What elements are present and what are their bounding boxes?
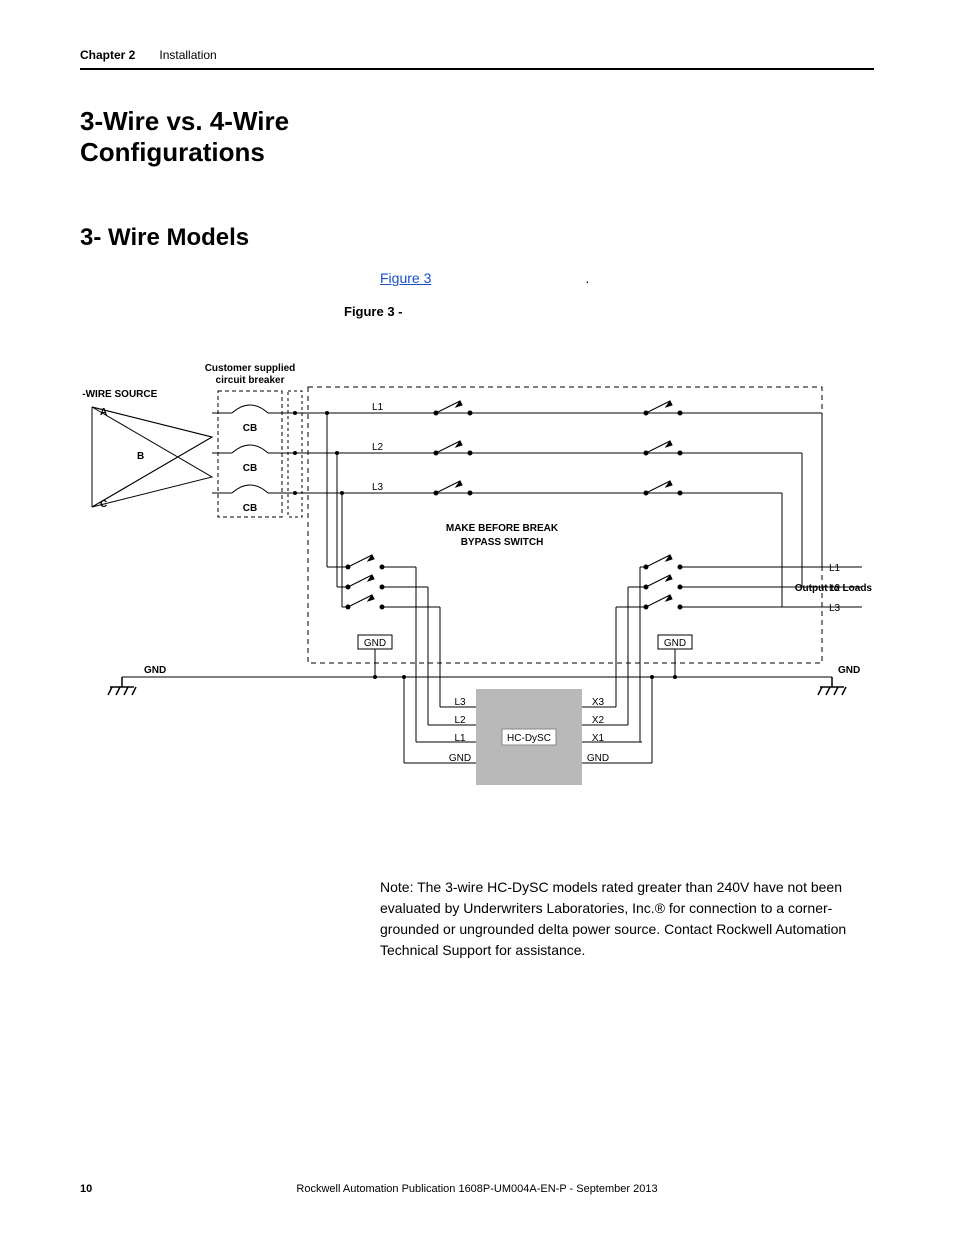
source-label: 3-WIRE SOURCE xyxy=(82,389,158,400)
svg-text:X2: X2 xyxy=(592,715,605,726)
svg-text:L2: L2 xyxy=(454,715,466,726)
note-text: Note: The 3-wire HC-DySC models rated gr… xyxy=(380,877,850,961)
publication-id: Rockwell Automation Publication 1608P-UM… xyxy=(296,1183,657,1195)
bypass-title-1: MAKE BEFORE BREAK xyxy=(446,523,559,534)
breaker-title-2: circuit breaker xyxy=(216,375,285,386)
figure-ref-block: Figure 3 . Figure 3 - xyxy=(380,262,874,319)
chapter-label: Chapter 2 xyxy=(80,48,135,62)
svg-text:GND: GND xyxy=(838,665,860,676)
wiring-diagram: 3-WIRE SOURCE A B C Customer supplied ci… xyxy=(82,337,872,797)
breaker-title-1: Customer supplied xyxy=(205,363,296,374)
chapter-name: Installation xyxy=(159,48,216,62)
unit-label: HC-DySC xyxy=(507,733,551,744)
bypass-title-2: BYPASS SWITCH xyxy=(461,537,544,548)
svg-text:GND: GND xyxy=(587,753,609,764)
svg-text:L1: L1 xyxy=(454,733,466,744)
figure-link[interactable]: Figure 3 xyxy=(380,270,431,286)
line-l1: L1 xyxy=(372,402,384,413)
svg-text:GND: GND xyxy=(364,638,386,649)
svg-text:GND: GND xyxy=(664,638,686,649)
figure-caption: Figure 3 - xyxy=(344,304,874,319)
line-l3: L3 xyxy=(372,482,384,493)
page-header: Chapter 2 Installation xyxy=(80,48,874,70)
svg-text:GND: GND xyxy=(144,665,166,676)
line-l2: L2 xyxy=(372,442,384,453)
page-footer: 10 Rockwell Automation Publication 1608P… xyxy=(80,1183,874,1195)
dot: . xyxy=(585,270,589,286)
svg-text:X3: X3 xyxy=(592,697,605,708)
gnd-symbol-right xyxy=(818,677,846,695)
section-title: 3-Wire vs. 4-Wire Configurations xyxy=(80,106,340,168)
phase-a-label: A xyxy=(100,407,107,418)
phase-b-label: B xyxy=(137,451,144,462)
svg-text:X1: X1 xyxy=(592,733,605,744)
svg-text:L3: L3 xyxy=(829,603,841,614)
svg-text:CB: CB xyxy=(243,503,257,514)
page-number: 10 xyxy=(80,1183,92,1195)
phase-c-label: C xyxy=(100,499,107,510)
switch-bank-right xyxy=(644,401,682,609)
svg-text:CB: CB xyxy=(243,423,257,434)
cb-group: CB CB CB xyxy=(232,405,268,514)
output-label: Output to Loads xyxy=(795,583,872,594)
svg-text:L3: L3 xyxy=(454,697,466,708)
svg-text:CB: CB xyxy=(243,463,257,474)
svg-text:GND: GND xyxy=(449,753,471,764)
subsection-title: 3- Wire Models xyxy=(80,224,874,252)
svg-text:L1: L1 xyxy=(829,563,841,574)
switch-bank-left xyxy=(346,401,472,609)
gnd-symbol-left xyxy=(108,677,136,695)
